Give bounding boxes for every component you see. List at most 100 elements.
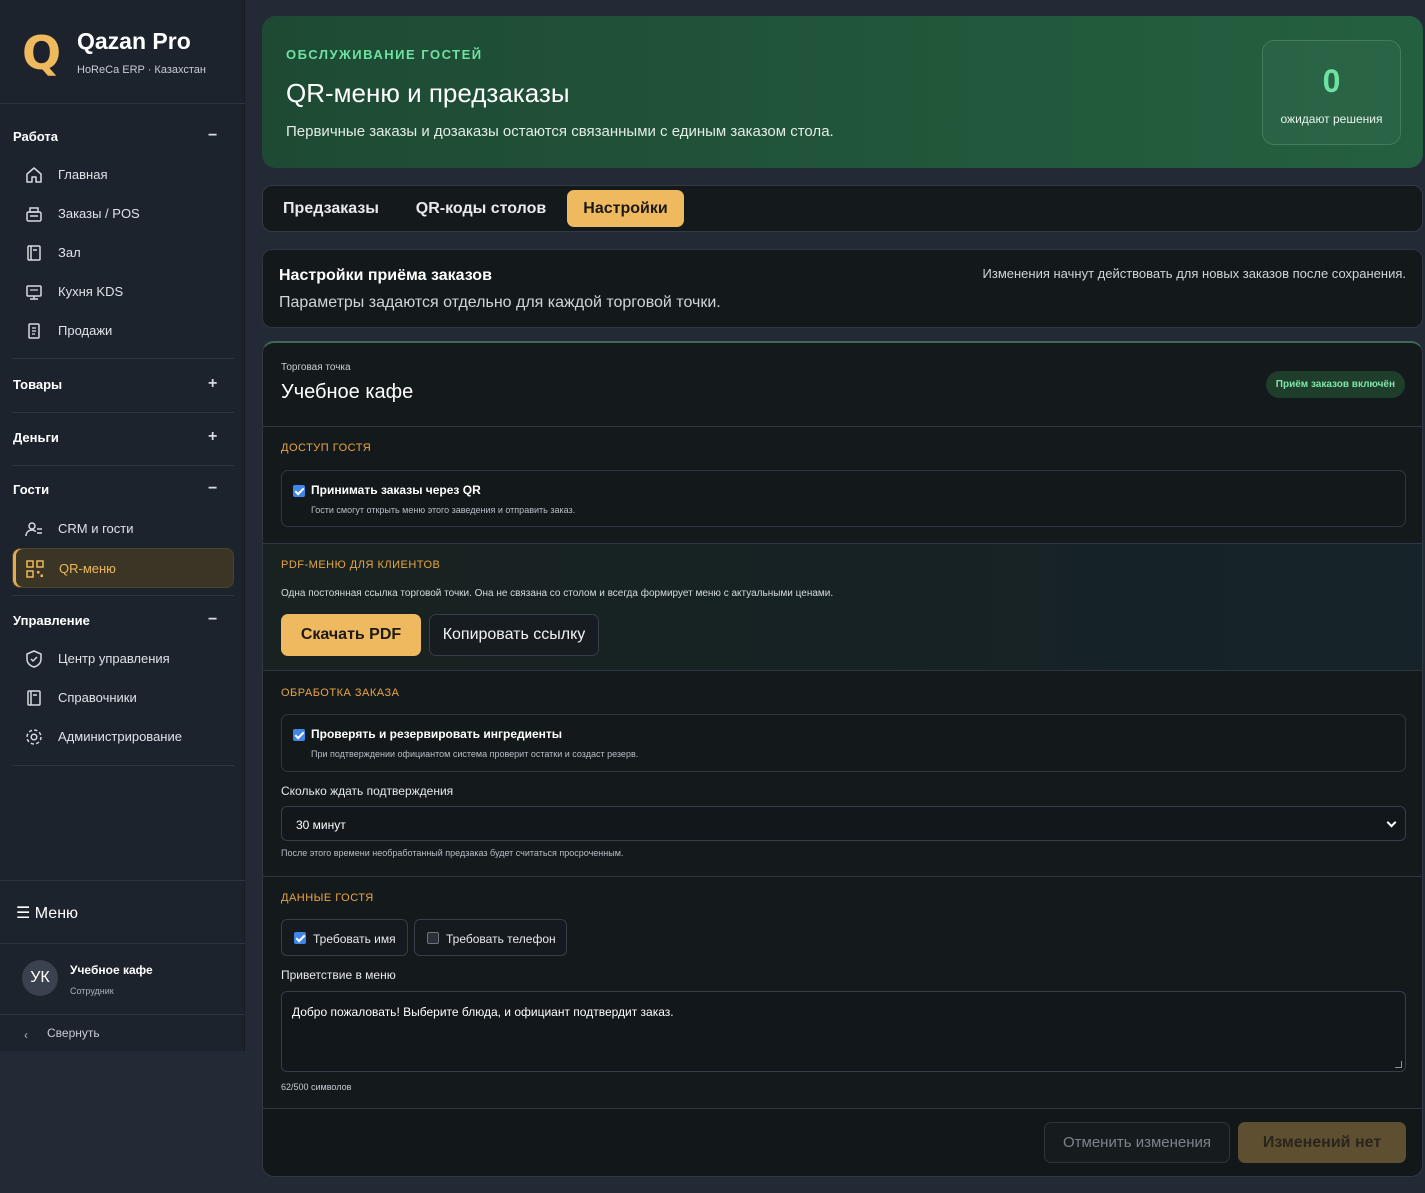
sidebar-divider [12,412,234,413]
brand-title: Qazan Pro [77,28,191,54]
user-profile[interactable]: УК Учебное кафе Сотрудник [0,945,245,1015]
option-label: Проверять и резервировать ингредиенты [311,727,563,741]
section-management-header[interactable]: Управление [13,613,90,628]
accept-qr-orders-option[interactable]: Принимать заказы через QR Гости смогут о… [281,470,1406,527]
sidebar-item-label: CRM и гости [58,521,134,536]
section-title: PDF-МЕНЮ ДЛЯ КЛИЕНТОВ [281,559,441,571]
location-label: Торговая точка [281,362,351,373]
sidebar-item-orders[interactable]: Заказы / POS [12,194,234,234]
users-icon [25,522,42,537]
require-name-checkbox[interactable] [294,932,306,944]
tab-bar: Предзаказы QR-коды столов Настройки [262,185,1423,232]
wait-time-hint: После этого времени необработанный предз… [281,848,624,858]
sidebar-item-label: Центр управления [58,651,170,666]
sidebar-item-hall[interactable]: Зал [12,233,234,273]
resize-handle-icon[interactable] [1395,1061,1402,1068]
book-icon [27,245,41,261]
sidebar-divider [12,765,234,766]
collapse-sidebar-button[interactable]: ‹ Свернуть [0,1016,245,1051]
brand-logo[interactable]: Q [22,30,61,76]
chevron-left-icon: ‹ [24,1028,28,1042]
location-name: Учебное кафе [281,381,414,403]
wait-time-label: Сколько ждать подтверждения [281,784,454,798]
sidebar-item-control-center[interactable]: Центр управления [12,639,234,679]
sidebar-item-qr-menu[interactable]: QR-меню [12,548,234,588]
option-label: Требовать имя [313,932,396,946]
shield-icon [26,650,42,668]
collapse-label: Свернуть [47,1026,100,1040]
qr-icon [26,560,44,578]
option-label: Требовать телефон [446,932,556,946]
hero-description: Первичные заказы и дозаказы остаются свя… [286,123,834,140]
option-hint: При подтверждении официантом система про… [311,749,639,759]
character-counter: 62/500 символов [281,1082,352,1092]
accept-qr-orders-checkbox[interactable] [293,485,305,497]
section-work-toggle[interactable]: − [208,128,217,144]
settings-title: Настройки приёма заказов [279,267,492,284]
tab-settings[interactable]: Настройки [567,190,684,227]
pending-count: 0 [1322,63,1341,99]
sidebar-item-sales[interactable]: Продажи [12,311,234,351]
pdf-menu-description: Одна постоянная ссылка торговой точки. О… [281,588,834,599]
section-work-header[interactable]: Работа [13,129,58,144]
sidebar-item-label: Продажи [58,323,113,338]
page-hero: ОБСЛУЖИВАНИЕ ГОСТЕЙ QR-меню и предзаказы… [262,16,1423,168]
menu-button[interactable]: ☰ Меню [0,880,245,944]
section-goods-header[interactable]: Товары [13,377,62,392]
menu-button-label: ☰ Меню [16,905,79,922]
sidebar-item-label: Главная [58,167,108,182]
hero-kicker: ОБСЛУЖИВАНИЕ ГОСТЕЙ [286,47,483,62]
tab-table-qr-codes[interactable]: QR-коды столов [402,190,560,227]
avatar: УК [22,960,58,996]
sidebar-item-references[interactable]: Справочники [12,678,234,718]
require-phone-checkbox[interactable] [427,932,439,944]
settings-note: Изменения начнут действовать для новых з… [982,266,1406,281]
greeting-value: Добро пожаловать! Выберите блюда, и офиц… [292,1005,674,1019]
brand: Q Qazan Pro HoReCa ERP · Казахстан [0,0,245,104]
sidebar-divider [12,595,234,596]
guest-data-section: ДАННЫЕ ГОСТЯ Требовать имя Требовать тел… [263,876,1422,1108]
home-icon [26,167,42,183]
book-icon [27,690,41,706]
copy-link-button[interactable]: Копировать ссылку [429,614,599,656]
sidebar-item-crm[interactable]: CRM и гости [12,509,234,549]
sidebar-item-administration[interactable]: Администрирование [12,717,234,757]
section-goods-toggle[interactable]: + [208,376,217,392]
page-title: QR-меню и предзаказы [286,78,570,108]
reserve-ingredients-checkbox[interactable] [293,729,305,741]
sidebar-item-kitchen[interactable]: Кухня KDS [12,272,234,312]
order-processing-section: ОБРАБОТКА ЗАКАЗА Проверять и резервирова… [263,670,1422,876]
greeting-textarea[interactable]: Добро пожаловать! Выберите блюда, и офиц… [281,991,1406,1072]
brand-subtitle: HoReCa ERP · Казахстан [77,64,206,76]
sidebar: Q Qazan Pro HoReCa ERP · Казахстан Работ… [0,0,245,1051]
monitor-icon [26,285,42,300]
sidebar-item-label: Справочники [58,690,137,705]
register-icon [26,207,42,222]
require-phone-option[interactable]: Требовать телефон [414,919,567,956]
cancel-changes-button[interactable]: Отменить изменения [1044,1122,1230,1163]
section-guests-header[interactable]: Гости [13,482,49,497]
sidebar-item-label: Зал [58,245,81,260]
guest-access-section: ДОСТУП ГОСТЯ Принимать заказы через QR Г… [263,426,1422,543]
sidebar-item-home[interactable]: Главная [12,155,234,195]
chevron-down-icon [1386,817,1397,828]
location-settings-panel: Торговая точка Учебное кафе Приём заказо… [262,341,1423,1177]
section-guests-toggle[interactable]: − [208,481,217,497]
sidebar-divider [12,465,234,466]
pending-stat-card: 0 ожидают решения [1262,40,1401,145]
download-pdf-button[interactable]: Скачать PDF [281,614,421,656]
save-changes-button[interactable]: Изменений нет [1238,1122,1406,1163]
wait-time-select[interactable]: 30 минут [281,806,1406,841]
user-name: Учебное кафе [70,963,153,977]
section-title: ДАННЫЕ ГОСТЯ [281,892,374,904]
sidebar-divider [12,358,234,359]
sidebar-item-label: Кухня KDS [58,284,124,299]
gear-icon [26,729,42,745]
section-money-toggle[interactable]: + [208,429,217,445]
reserve-ingredients-option[interactable]: Проверять и резервировать ингредиенты Пр… [281,714,1406,772]
section-management-toggle[interactable]: − [208,612,217,628]
tab-preorders[interactable]: Предзаказы [271,190,391,227]
sidebar-item-label: Администрирование [58,729,182,744]
section-money-header[interactable]: Деньги [13,430,59,445]
require-name-option[interactable]: Требовать имя [281,919,408,956]
